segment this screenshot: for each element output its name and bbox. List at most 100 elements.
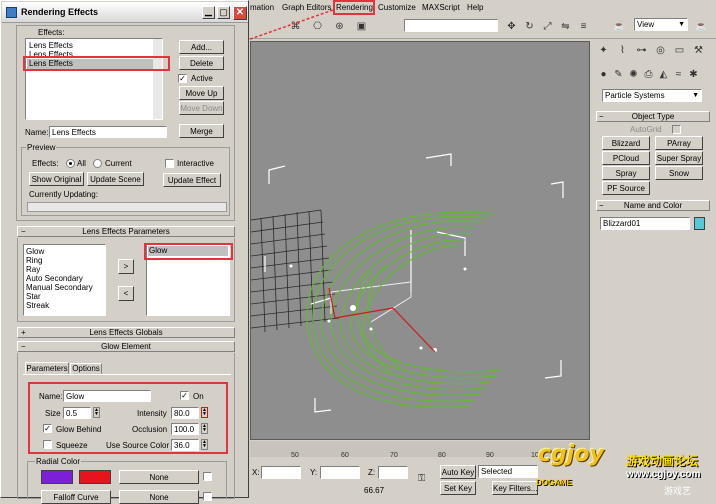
menu-customize[interactable]: Customize (378, 3, 416, 13)
add-element-button[interactable]: > (118, 259, 134, 274)
element-item-streak[interactable]: Streak (26, 301, 49, 311)
tick-80: 80 (438, 452, 446, 459)
render-icon[interactable]: ☕ (694, 19, 709, 34)
update-effect-button[interactable]: Update Effect (163, 173, 221, 187)
select-icon[interactable]: ▣ (354, 19, 369, 34)
current-label: Current (105, 159, 132, 168)
remove-element-button[interactable]: < (118, 286, 134, 301)
object-type-rollout[interactable]: − Object Type (596, 111, 710, 122)
rollout-minus-icon: − (599, 201, 604, 210)
rotate-icon[interactable]: ↻ (522, 19, 537, 34)
glow-params-highlight (28, 382, 228, 454)
mirror-icon[interactable]: ⇋ (558, 19, 573, 34)
align-icon[interactable]: ≡ (576, 19, 591, 34)
menu-graph-editors[interactable]: Graph Editors (282, 3, 331, 13)
hierarchy-tab-icon[interactable]: ⊶ (634, 43, 649, 58)
create-tab-icon[interactable]: ✦ (596, 43, 611, 58)
motion-tab-icon[interactable]: ◎ (653, 43, 668, 58)
parray-button[interactable]: PArray (655, 136, 703, 150)
active-checkbox[interactable]: ✓ (178, 74, 187, 83)
available-elements-list[interactable]: Glow Ring Ray Auto Secondary Manual Seco… (23, 244, 106, 316)
radial-color-swatch-1[interactable] (41, 470, 73, 484)
display-tab-icon[interactable]: ▭ (672, 43, 687, 58)
maximize-button[interactable]: ▢ (217, 6, 230, 19)
menu-help[interactable]: Help (467, 3, 483, 13)
object-name-input[interactable]: Blizzard01 (600, 217, 690, 230)
super-spray-button[interactable]: Super Spray (655, 151, 703, 165)
falloff-map-checkbox[interactable] (203, 492, 212, 501)
modify-tab-icon[interactable]: ⌇ (615, 43, 630, 58)
update-scene-button[interactable]: Update Scene (87, 172, 144, 186)
falloff-curve-button[interactable]: Falloff Curve (41, 490, 111, 504)
category-dropdown[interactable]: Particle Systems ▼ (602, 89, 702, 102)
teapot-icon[interactable]: ☕ (612, 19, 627, 34)
autogrid-label: AutoGrid (630, 125, 662, 134)
close-button[interactable]: ✕ (233, 6, 247, 20)
delete-button[interactable]: Delete (179, 56, 224, 70)
tick-70: 70 (390, 452, 398, 459)
all-radio[interactable] (66, 159, 75, 168)
pcloud-button[interactable]: PCloud (602, 151, 650, 165)
move-down-button[interactable]: Move Down (179, 101, 224, 115)
tab-options[interactable]: Options (70, 363, 102, 374)
lights-icon[interactable]: ✺ (626, 67, 641, 82)
key-filters-button[interactable]: Key Filters... (492, 481, 538, 495)
view-dropdown[interactable]: View ▼ (634, 18, 688, 31)
autogrid-checkbox[interactable] (672, 125, 681, 134)
radial-map-none-button[interactable]: None (119, 470, 199, 484)
effects-list-scrollbar[interactable] (153, 39, 162, 119)
perspective-viewport[interactable] (250, 41, 590, 440)
scale-icon[interactable]: ⤢ (540, 19, 555, 34)
spacewarps-icon[interactable]: ≈ (671, 67, 686, 82)
set-key-button[interactable]: Set Key (440, 481, 476, 495)
tick-60: 60 (341, 452, 349, 459)
minimize-button[interactable]: ▁ (202, 6, 215, 19)
shapes-icon[interactable]: ✎ (611, 67, 626, 82)
selection-filter-dropdown[interactable] (404, 19, 498, 32)
unlink-icon[interactable]: ⎔ (310, 19, 325, 34)
auto-key-button[interactable]: Auto Key (440, 465, 476, 479)
link-icon[interactable]: ⌘ (288, 19, 303, 34)
geometry-icon[interactable]: ● (596, 67, 611, 82)
systems-icon[interactable]: ✱ (686, 67, 701, 82)
interactive-checkbox[interactable] (165, 159, 174, 168)
bind-icon[interactable]: ⊛ (332, 19, 347, 34)
key-icon[interactable]: ⚿ (414, 471, 429, 486)
merge-button[interactable]: Merge (179, 124, 224, 138)
dialog-titlebar[interactable]: Rendering Effects ▁ ▢ ✕ (2, 2, 248, 23)
object-color-swatch[interactable] (694, 217, 705, 230)
z-coordinate-field[interactable] (378, 466, 408, 479)
selection-set-dropdown[interactable]: Selected (478, 465, 538, 478)
app-icon (6, 7, 17, 18)
show-original-button[interactable]: Show Original (29, 172, 84, 186)
add-button[interactable]: Add... (179, 40, 224, 54)
helpers-icon[interactable]: ◭ (656, 67, 671, 82)
name-color-rollout[interactable]: − Name and Color (596, 200, 710, 211)
object-type-title: Object Type (631, 112, 675, 121)
glow-element-rollout[interactable]: − Glow Element (17, 341, 235, 352)
current-radio[interactable] (93, 159, 102, 168)
rendering-effects-dialog: Rendering Effects ▁ ▢ ✕ Effects: Lens Ef… (0, 0, 249, 504)
lens-params-rollout[interactable]: − Lens Effects Parameters (17, 226, 235, 237)
effects-listbox[interactable]: Lens Effects Lens Effects Lens Effects (25, 38, 163, 120)
move-icon[interactable]: ✥ (504, 19, 519, 34)
x-coordinate-field[interactable] (261, 466, 301, 479)
falloff-map-none-button[interactable]: None (119, 490, 199, 504)
watermark-sub-cn: 游戏艺 (664, 486, 692, 496)
move-up-button[interactable]: Move Up (179, 86, 224, 100)
progress-bar (27, 202, 227, 212)
lens-globals-rollout[interactable]: + Lens Effects Globals (17, 327, 235, 338)
effect-name-input[interactable]: Lens Effects (49, 126, 167, 138)
utilities-tab-icon[interactable]: ⚒ (691, 43, 706, 58)
spray-button[interactable]: Spray (602, 166, 650, 180)
radial-map-checkbox[interactable] (203, 472, 212, 481)
pf-source-button[interactable]: PF Source (602, 181, 650, 195)
radial-color-swatch-2[interactable] (79, 470, 111, 484)
menu-maxscript[interactable]: MAXScript (422, 3, 460, 13)
y-coordinate-field[interactable] (320, 466, 360, 479)
snow-button[interactable]: Snow (655, 166, 703, 180)
blizzard-button[interactable]: Blizzard (602, 136, 650, 150)
menu-animation[interactable]: mation (250, 3, 274, 13)
tab-parameters[interactable]: Parameters (25, 362, 69, 374)
cameras-icon[interactable]: ⎙ (641, 67, 656, 82)
